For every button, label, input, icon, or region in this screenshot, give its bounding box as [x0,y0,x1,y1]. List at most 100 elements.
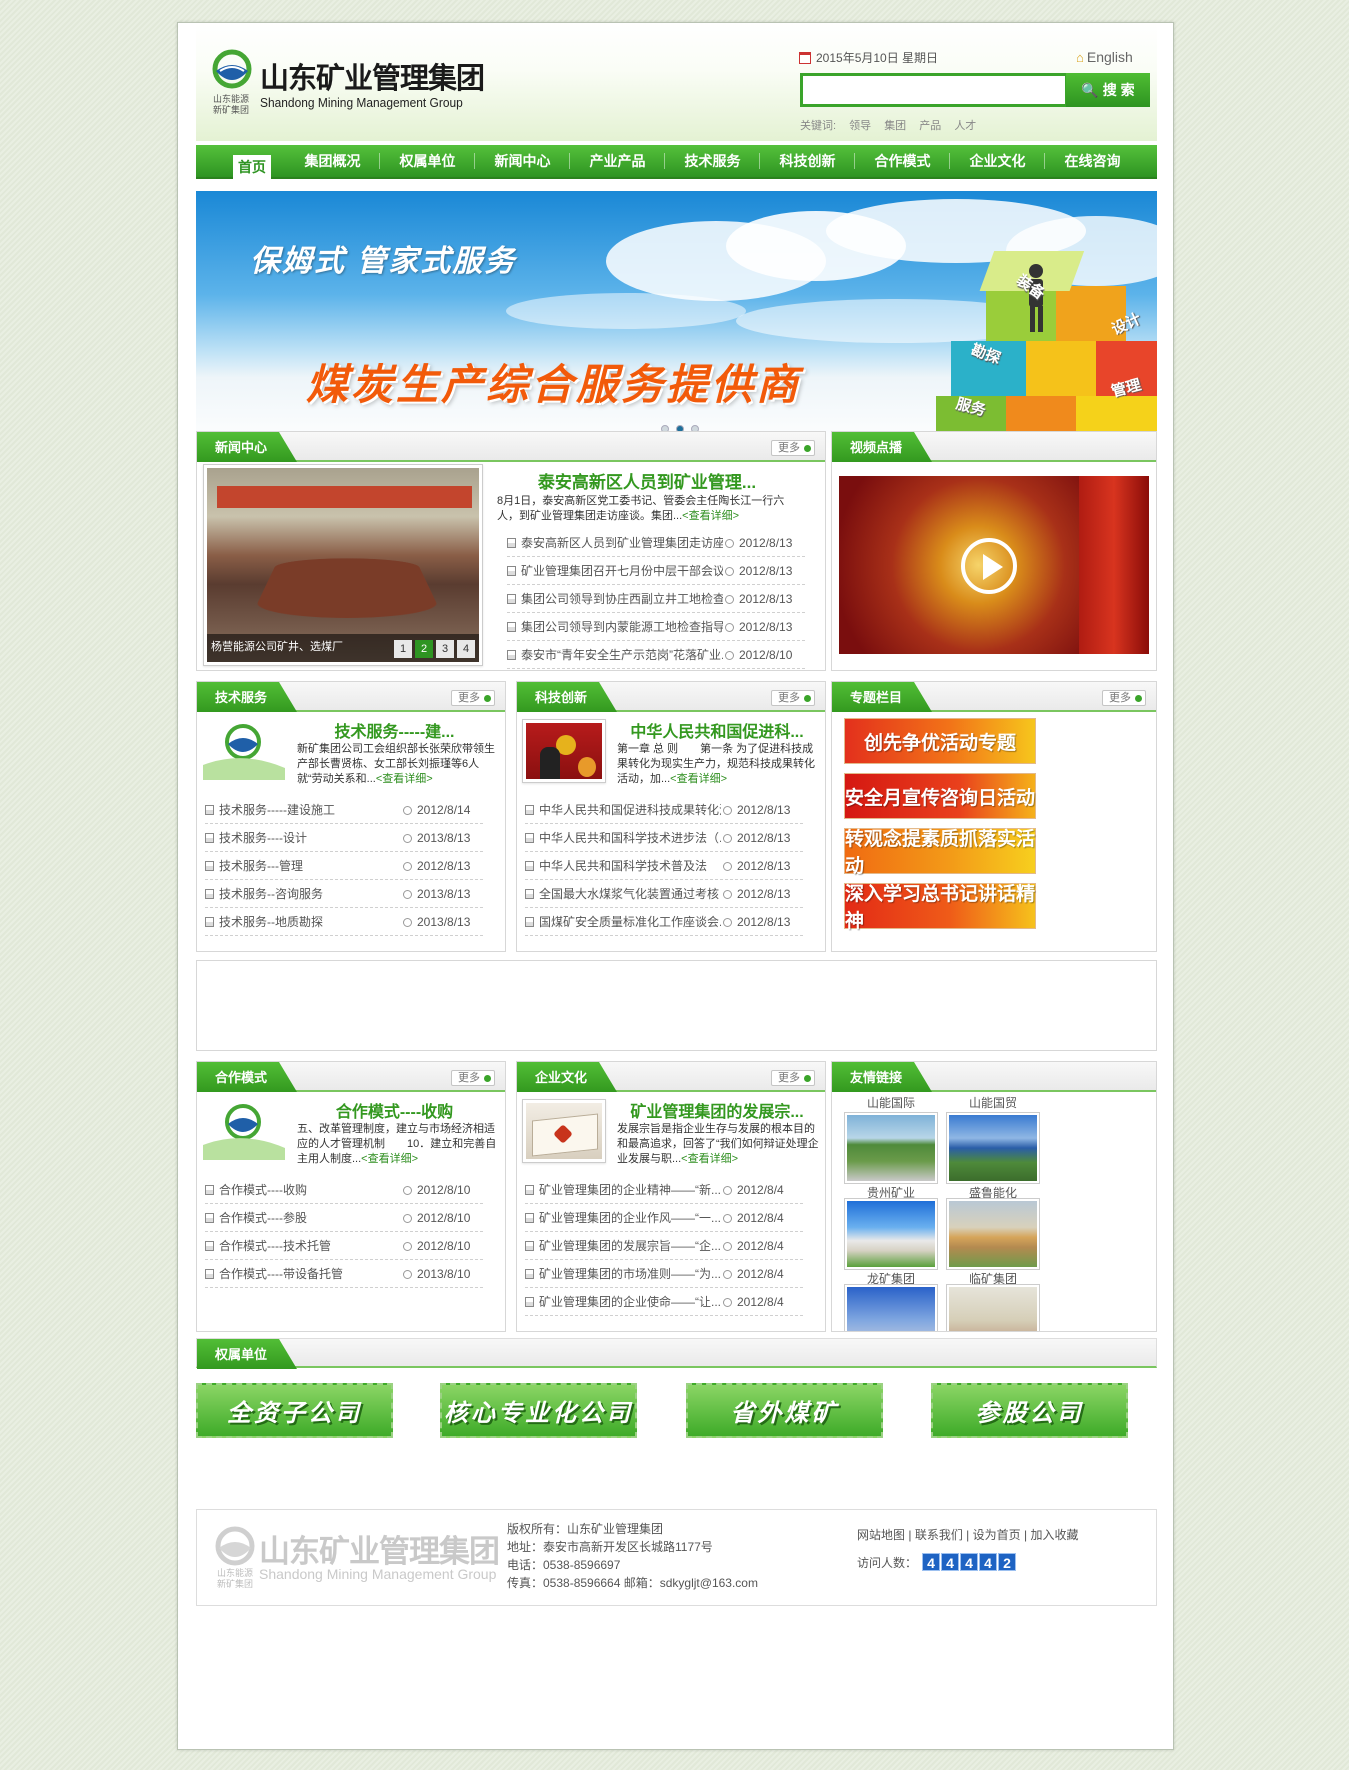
tech-feature-text: 新矿集团公司工会组织部长张荣欣带领生产部长曹贤栋、女工部长刘振瑾等6人就“劳动关… [297,742,502,787]
page-button-active[interactable]: 2 [415,640,433,658]
list-item[interactable]: 矿业管理集团召开七月份中层干部会议 2012/8/13 [507,557,805,585]
banner-slideshow[interactable]: 保姆式 管家式服务 煤炭生产综合服务提供商 装备 设计 勘探 管理 服务 [196,191,1157,450]
list-item[interactable]: 技术服务---管理 2012/8/13 [205,852,483,880]
list-item[interactable]: 全国最大水煤浆气化装置通过考核 2012/8/13 [525,880,803,908]
unit-out-of-province-mines[interactable]: 省外煤矿 [686,1383,883,1438]
sitemap-link[interactable]: 网站地图 [857,1528,905,1542]
english-link[interactable]: ⌂ English [1076,49,1133,65]
link-label-top[interactable]: 山能国贸 [946,1094,1040,1111]
link-label-top[interactable]: 山能国际 [844,1094,938,1111]
nav-news[interactable]: 新闻中心 [475,144,570,178]
list-item[interactable]: 集团公司领导到内蒙能源工地检查指导工作2012/8/13 [507,613,805,641]
news-feature-title[interactable]: 泰安高新区人员到矿业管理... [497,468,797,493]
search-button[interactable]: 🔍 搜 索 [1066,73,1150,107]
detail-link[interactable]: <查看详细> [670,773,727,785]
friend-link[interactable] [844,1284,938,1331]
friend-link[interactable]: 贵州矿业 [844,1112,938,1201]
add-favorite-link[interactable]: 加入收藏 [1030,1528,1078,1542]
detail-link[interactable]: <查看详细> [681,1153,738,1165]
culture-feature-title[interactable]: 矿业管理集团的发展宗... [612,1098,822,1122]
keyword-link[interactable]: 人才 [954,120,976,132]
keyword-link[interactable]: 集团 [884,120,906,132]
detail-link[interactable]: <查看详细> [682,510,739,522]
list-item[interactable]: 合作模式----带设备托管 2013/8/10 [205,1260,483,1288]
page-button[interactable]: 1 [394,640,412,658]
nav-products[interactable]: 产业产品 [570,144,665,178]
video-player[interactable] [839,476,1149,654]
list-item[interactable]: 技术服务--咨询服务 2013/8/13 [205,880,483,908]
more-button[interactable]: 更多 [1102,690,1146,706]
unit-core-companies[interactable]: 核心专业化公司 [440,1383,637,1438]
friend-link[interactable]: 临矿集团 [946,1198,1040,1287]
special-topic-3[interactable]: 转观念提素质抓落实活动 [844,828,1036,877]
nav-cooperation[interactable]: 合作模式 [855,144,950,178]
item-date: 2012/8/4 [721,1260,803,1287]
list-item[interactable]: 技术服务-----建设施工 2012/8/14 [205,796,483,824]
list-item[interactable]: 泰安高新区人员到矿业管理集团走访座谈 2012/8/13 [507,529,805,557]
friend-link[interactable]: 盛鲁能化 [946,1112,1040,1201]
tech-feature-title[interactable]: 技术服务-----建... [292,718,497,742]
logo-title: 山东矿业管理集团 [260,63,485,95]
set-homepage-link[interactable]: 设为首页 [973,1528,1021,1542]
more-button[interactable]: 更多 [771,690,815,706]
keyword-link[interactable]: 领导 [849,120,871,132]
special-topic-1[interactable]: 创先争优活动专题 [844,718,1036,764]
innovation-thumb[interactable] [522,719,606,783]
item-title: 泰安高新区人员到矿业管理集团走访座谈 [521,536,723,550]
nav-tech-service[interactable]: 技术服务 [665,144,760,178]
cooperation-thumb[interactable] [203,1100,285,1160]
logo-subtitle: Shandong Mining Management Group [260,95,463,110]
list-item[interactable]: 技术服务--地质勘探 2013/8/13 [205,908,483,936]
list-item[interactable]: 中华人民共和国科学技术进步法（... 2012/8/13 [525,824,803,852]
special-topic-2[interactable]: 安全月宣传咨询日活动 [844,773,1036,819]
detail-link[interactable]: <查看详细> [361,1153,418,1165]
page-button[interactable]: 3 [436,640,454,658]
list-item[interactable]: 国煤矿安全质量标准化工作座谈会... 2012/8/13 [525,908,803,936]
special-topic-4[interactable]: 深入学习总书记讲话精神 [844,883,1036,932]
unit-equity-companies[interactable]: 参股公司 [931,1383,1128,1438]
tech-panel: 技术服务 更多 技术服务-----建... 新矿集团公司工会组织部长张荣欣带领生… [196,681,506,952]
more-button[interactable]: 更多 [771,440,815,456]
contact-link[interactable]: 联系我们 [915,1528,963,1542]
list-item[interactable]: 矿业管理集团的发展宗旨——“企... 2012/8/4 [525,1232,803,1260]
nav-innovation[interactable]: 科技创新 [760,144,855,178]
page-button[interactable]: 4 [457,640,475,658]
list-item[interactable]: 矿业管理集团的市场准则——“为... 2012/8/4 [525,1260,803,1288]
tech-thumb[interactable] [203,720,285,780]
list-item[interactable]: 合作模式----参股 2012/8/10 [205,1204,483,1232]
document-icon [525,796,539,823]
more-button[interactable]: 更多 [451,1070,495,1086]
nav-units[interactable]: 权属单位 [380,144,475,178]
more-button[interactable]: 更多 [451,690,495,706]
document-icon [205,908,219,935]
list-item[interactable]: 中华人民共和国促进科技成果转化法 2012/8/13 [525,796,803,824]
keyword-link[interactable]: 产品 [919,120,941,132]
item-title: 全国最大水煤浆气化装置通过考核 [539,887,720,901]
list-item[interactable]: 技术服务----设计 2013/8/13 [205,824,483,852]
cooperation-feature-title[interactable]: 合作模式----收购 [292,1098,497,1122]
search-input[interactable] [800,73,1068,107]
unit-wholly-owned[interactable]: 全资子公司 [196,1383,393,1438]
friend-link[interactable]: 龙矿集团 [844,1198,938,1287]
list-item[interactable]: 矿业管理集团的企业精神——“新... 2012/8/4 [525,1176,803,1204]
nav-home[interactable]: 首页 [233,155,271,179]
play-icon[interactable] [961,538,1017,594]
nav-culture[interactable]: 企业文化 [950,144,1045,178]
item-date: 2012/8/13 [723,585,805,612]
detail-link[interactable]: <查看详细> [376,773,433,785]
list-item[interactable]: 泰安市“青年安全生产示范岗”花落矿业... 2012/8/10 [507,641,805,669]
list-item[interactable]: 中华人民共和国科学技术普及法 2012/8/13 [525,852,803,880]
list-item[interactable]: 合作模式----技术托管 2012/8/10 [205,1232,483,1260]
innovation-feature-title[interactable]: 中华人民共和国促进科... [612,718,822,742]
nav-consult[interactable]: 在线咨询 [1045,144,1140,178]
culture-thumb[interactable] [522,1099,606,1163]
news-photo[interactable]: 杨营能源公司矿井、选煤厂 1 2 3 4 [203,464,483,666]
list-item[interactable]: 矿业管理集团的企业作风——“一... 2012/8/4 [525,1204,803,1232]
list-item[interactable]: 合作模式----收购 2012/8/10 [205,1176,483,1204]
nav-overview[interactable]: 集团概况 [285,144,380,178]
list-item[interactable]: 集团公司领导到协庄西副立井工地检查指...2012/8/13 [507,585,805,613]
list-item[interactable]: 矿业管理集团的企业使命——“让... 2012/8/4 [525,1288,803,1316]
date-text: 2015年5月10日 星期日 [816,51,939,65]
friend-link[interactable] [946,1284,1040,1331]
more-button[interactable]: 更多 [771,1070,815,1086]
